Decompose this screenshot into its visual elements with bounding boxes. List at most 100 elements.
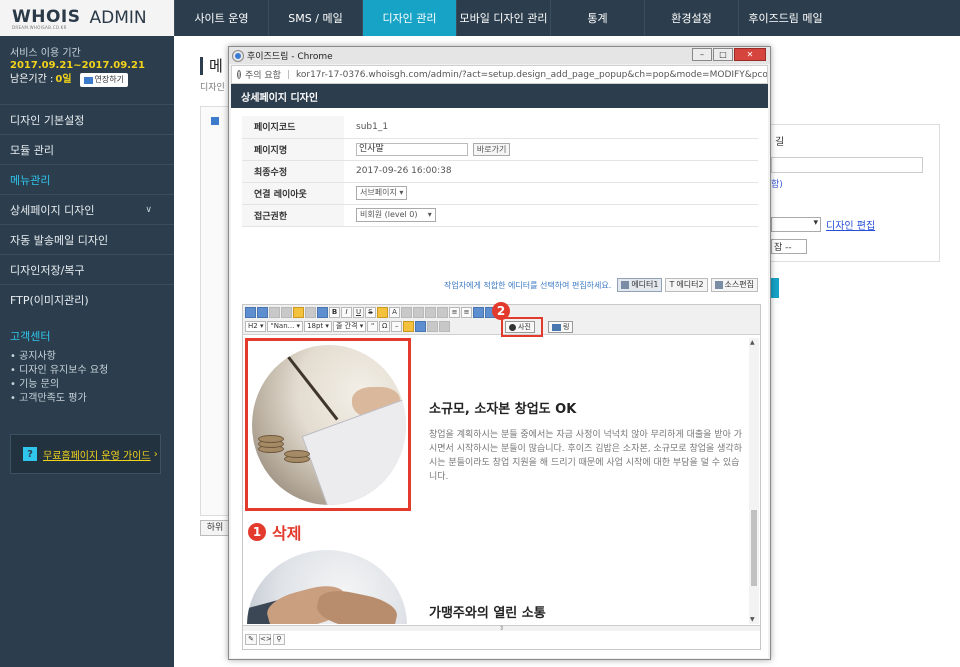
goto-button[interactable]: 바로가기 — [472, 142, 511, 156]
customer-center: 고객센터 • 공지사항 • 디자인 유지보수 요청 • 기능 문의 • 고객만족… — [10, 328, 108, 406]
main-nav: 사이트 운영 SMS / 메일 디자인 관리 모바일 디자인 관리 통계 환경설… — [174, 0, 832, 36]
sidebar-item-ftp[interactable]: FTP(이미지관리) — [0, 284, 174, 314]
hr-icon[interactable]: – — [391, 321, 403, 332]
background-sub: 함) — [771, 180, 783, 190]
underline-icon[interactable]: U — [353, 307, 364, 318]
align-right-icon[interactable] — [425, 307, 436, 318]
editor-mode-bar: ✎ <> ⚲ — [245, 634, 285, 645]
background-select-2[interactable]: 잡 -- — [771, 239, 807, 254]
popup-header: 상세페이지 디자인 — [231, 84, 768, 108]
paste-icon[interactable] — [293, 307, 304, 318]
font-select[interactable]: "Nan... ▾ — [267, 321, 304, 332]
align-justify-icon[interactable] — [437, 307, 448, 318]
scroll-thumb[interactable] — [751, 510, 757, 586]
align-center-icon[interactable] — [413, 307, 424, 318]
editor-scrollbar[interactable]: ▲ ▼ — [749, 338, 759, 624]
nav-sms-mail[interactable]: SMS / 메일 — [268, 0, 362, 36]
heading-select[interactable]: H2 ▾ — [245, 321, 267, 332]
italic-icon[interactable]: I — [341, 307, 352, 318]
paste-text-icon[interactable] — [305, 307, 316, 318]
selected-image-frame[interactable] — [245, 338, 411, 511]
sidebar-item-design-basic[interactable]: 디자인 기본설정 — [0, 104, 174, 134]
emoticon-icon[interactable] — [403, 321, 415, 332]
minimize-icon[interactable]: – — [692, 48, 712, 61]
handshake-image[interactable] — [247, 550, 407, 624]
remaining-label: 남은기간 : — [10, 74, 54, 85]
logo[interactable]: WHOIS DREAM.WHOISAB.CO.KR ADMIN — [0, 0, 174, 36]
preview-icon[interactable]: ⚲ — [273, 634, 285, 645]
page-subtitle: 디자인 — [200, 83, 225, 93]
unordered-list-icon[interactable]: ≡ — [461, 307, 472, 318]
map-button[interactable]: 링 — [548, 321, 574, 333]
wysiwyg-editor: B I U S A ≡ ≡ H2 ▾ "Nan... ▾ 18pt ▾ 줄 간격… — [242, 302, 761, 650]
background-button[interactable]: 하위 — [200, 520, 230, 536]
field-label: 최종수정 — [242, 160, 344, 183]
page-name-input[interactable]: 인사말 — [356, 142, 468, 156]
bold-icon[interactable]: B — [329, 307, 340, 318]
cut-icon[interactable] — [269, 307, 280, 318]
url-bar[interactable]: i 주의 요함 | kor17r-17-0376.whoisgh.com/adm… — [231, 65, 768, 84]
nav-statistics[interactable]: 통계 — [550, 0, 644, 36]
sidebar-item-detail-page[interactable]: 상세페이지 디자인 ∨ — [0, 194, 174, 224]
cs-link-survey[interactable]: • 고객만족도 평가 — [10, 392, 108, 406]
nav-mobile-design[interactable]: 모바일 디자인 관리 — [456, 0, 550, 36]
access-level-select[interactable]: 비회원 (level 0) ▾ — [356, 208, 436, 222]
service-period-label: 서비스 이용 기간 — [10, 48, 81, 59]
field-label: 접근권한 — [242, 204, 344, 227]
html-mode-icon[interactable]: <> — [259, 634, 272, 645]
delete-annotation: 삭제 — [272, 524, 302, 543]
nav-site-operation[interactable]: 사이트 운영 — [174, 0, 268, 36]
background-input[interactable] — [771, 157, 923, 173]
maximize-icon[interactable]: □ — [713, 48, 733, 61]
cs-link-inquiry[interactable]: • 기능 문의 — [10, 378, 108, 392]
sidebar-item-auto-mail[interactable]: 자동 발송메일 디자인 — [0, 224, 174, 254]
cs-link-maintenance[interactable]: • 디자인 유지보수 요청 — [10, 364, 108, 378]
remaining-period: 남은기간 : 0일 연장하기 — [10, 73, 174, 87]
indent-icon[interactable] — [473, 307, 484, 318]
resize-handle[interactable]: ⇕ — [243, 625, 760, 632]
link-icon[interactable] — [439, 321, 451, 332]
font-color-icon[interactable]: A — [389, 307, 400, 318]
sidebar: 서비스 이용 기간 2017.09.21~2017.09.21 남은기간 : 0… — [0, 36, 174, 667]
background-save-button[interactable] — [770, 278, 779, 298]
step-badge-1: 1 — [248, 523, 266, 541]
map-icon — [552, 323, 561, 331]
special-char-icon[interactable]: Ω — [379, 321, 391, 332]
table-icon[interactable] — [415, 321, 427, 332]
highlight-icon[interactable] — [377, 307, 388, 318]
layer-icon[interactable] — [427, 321, 439, 332]
close-icon[interactable]: ✕ — [734, 48, 766, 61]
sidebar-item-module[interactable]: 모듈 관리 — [0, 134, 174, 164]
sidebar-item-design-backup[interactable]: 디자인저장/복구 — [0, 254, 174, 284]
nav-design-management[interactable]: 디자인 관리 — [362, 0, 456, 36]
edit-mode-icon[interactable]: ✎ — [245, 634, 257, 645]
sidebar-item-menu[interactable]: 메뉴관리 — [0, 164, 174, 194]
tab-editor1[interactable]: 에디터1 — [617, 278, 663, 292]
layout-select[interactable]: 서브페이지 ▾ — [356, 186, 408, 200]
tab-source-edit[interactable]: 소스편집 — [710, 278, 758, 292]
tab-editor2[interactable]: T 에디터2 — [665, 278, 708, 292]
remaining-value: 0일 — [55, 74, 72, 85]
background-select[interactable]: ▾ — [771, 217, 821, 232]
strike-icon[interactable]: S — [365, 307, 376, 318]
scroll-down-icon[interactable]: ▼ — [750, 616, 755, 623]
line-height-select[interactable]: 줄 간격 ▾ — [332, 321, 367, 332]
popup-body: 상세페이지 디자인 페이지코드 sub1_1 페이지명 인사말 바로가기 최종수… — [231, 84, 768, 658]
font-size-select[interactable]: 18pt ▾ — [304, 321, 332, 332]
scroll-up-icon[interactable]: ▲ — [750, 339, 755, 346]
editor-content[interactable]: 1 삭제 소규모, 소자본 창업도 OK 창업을 계획하시는 분들 중에서는 자… — [243, 336, 748, 624]
align-left-icon[interactable] — [401, 307, 412, 318]
guide-button[interactable]: ? 무료홈페이지 운영 가이드 › — [10, 434, 161, 474]
nav-settings[interactable]: 환경설정 — [644, 0, 738, 36]
ordered-list-icon[interactable]: ≡ — [449, 307, 460, 318]
quote-icon[interactable]: “ — [367, 321, 379, 332]
paste-word-icon[interactable] — [317, 307, 328, 318]
design-edit-link[interactable]: 디자인 편집 — [826, 217, 875, 232]
photo-button[interactable]: 사진 — [505, 321, 535, 333]
copy-icon[interactable] — [281, 307, 292, 318]
nav-mail[interactable]: 후이즈드림 메일 — [738, 0, 832, 36]
redo-icon[interactable] — [257, 307, 268, 318]
undo-icon[interactable] — [245, 307, 256, 318]
cs-link-notice[interactable]: • 공지사항 — [10, 350, 108, 364]
extend-button[interactable]: 연장하기 — [79, 73, 128, 87]
